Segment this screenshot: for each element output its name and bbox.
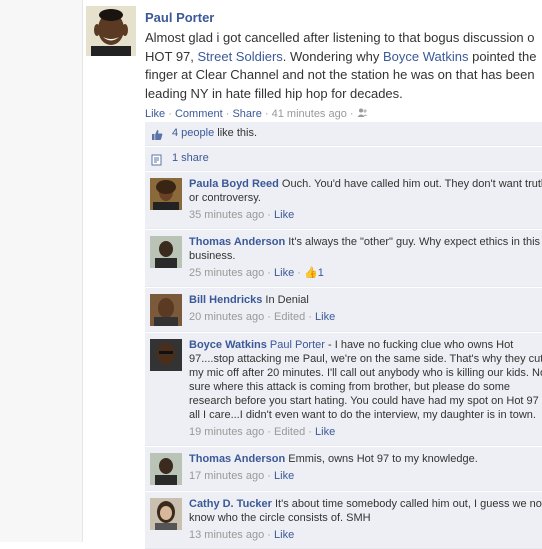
comment-like-link[interactable]: Like — [274, 470, 294, 482]
post-line: leading NY in hate filled hip hop for de… — [145, 85, 542, 104]
mention-link[interactable]: Paul Porter — [270, 339, 325, 351]
edited-label[interactable]: Edited — [274, 426, 305, 438]
post-text-segment: leading NY in hate filled hip hop for de… — [145, 85, 403, 101]
post-line: finger at Clear Channel and not the stat… — [145, 66, 542, 85]
share-link[interactable]: Share — [232, 108, 261, 120]
comment: Boyce Watkins Paul Porter - I have no fu… — [145, 333, 542, 446]
post-text-segment: pointed the — [468, 48, 537, 64]
likes-row: 4 people like this. — [145, 122, 542, 146]
comment-meta: 25 minutes ago · Like · 👍1 — [189, 267, 324, 279]
separator: · — [225, 108, 230, 120]
comment-like-count[interactable]: 👍1 — [304, 267, 324, 279]
comment-time[interactable]: 19 minutes ago — [189, 426, 264, 438]
post-text: Almost glad i got cancelled after listen… — [145, 29, 542, 103]
commenter-name[interactable]: Thomas Anderson — [189, 453, 285, 465]
commenter-name[interactable]: Bill Hendricks — [189, 294, 262, 306]
comment-time[interactable]: 25 minutes ago — [189, 267, 264, 279]
comment-like-link[interactable]: Like — [274, 529, 294, 541]
commenter-avatar[interactable] — [150, 236, 182, 268]
comment: Thomas Anderson It's always the "other" … — [145, 230, 542, 287]
thumbs-up-icon: 👍 — [304, 267, 318, 279]
post-text-segment: Almost glad i got cancelled after listen… — [145, 30, 535, 45]
post-text-segment: . Wondering why — [282, 48, 383, 64]
street-soldiers-link[interactable]: Street Soldiers — [198, 49, 283, 64]
comment-link[interactable]: Comment — [175, 108, 223, 120]
post-text-segment: HOT 97, — [145, 48, 198, 64]
post-line: HOT 97, Street Soldiers. Wondering why B… — [145, 48, 542, 67]
commenter-avatar[interactable] — [150, 498, 182, 530]
commenter-name[interactable]: Cathy D. Tucker — [189, 498, 272, 510]
commenter-avatar[interactable] — [150, 339, 182, 371]
comment-text: - I have no fucking clue who owns Hot 97… — [189, 339, 542, 421]
comment-meta: 17 minutes ago · Like — [189, 470, 295, 482]
comment: Thomas Anderson Emmis, owns Hot 97 to my… — [145, 447, 542, 491]
comment-like-link[interactable]: Like — [274, 267, 294, 279]
post-text-segment: finger at Clear Channel and not the stat… — [145, 67, 535, 82]
separator: · — [264, 108, 269, 120]
comment-time[interactable]: 17 minutes ago — [189, 470, 264, 482]
comment-time[interactable]: 13 minutes ago — [189, 529, 264, 541]
shares-link[interactable]: 1 share — [172, 152, 209, 164]
comment-like-link[interactable]: Like — [274, 209, 294, 221]
feedback-panel: 4 people like this. 1 share Paula Boyd R… — [145, 121, 542, 549]
commenter-name[interactable]: Thomas Anderson — [189, 236, 285, 248]
comment-time[interactable]: 20 minutes ago — [189, 311, 264, 323]
author-avatar[interactable] — [86, 6, 136, 56]
post-timestamp[interactable]: 41 minutes ago — [272, 108, 347, 120]
thumbs-up-icon — [151, 127, 163, 140]
like-link[interactable]: Like — [145, 108, 165, 120]
comment: Bill Hendricks In Denial 20 minutes ago … — [145, 288, 542, 332]
shares-row: 1 share — [145, 147, 542, 171]
friends-audience-icon[interactable] — [357, 108, 368, 120]
commenter-name[interactable]: Paula Boyd Reed — [189, 178, 279, 190]
comment-like-count-value: 1 — [317, 267, 324, 279]
commenter-avatar[interactable] — [150, 294, 182, 326]
boyce-watkins-link[interactable]: Boyce Watkins — [383, 49, 469, 64]
commenter-avatar[interactable] — [150, 453, 182, 485]
edited-label[interactable]: Edited — [274, 311, 305, 323]
post-line: Almost glad i got cancelled after listen… — [145, 29, 542, 48]
comment-meta: 35 minutes ago · Like — [189, 209, 295, 221]
comment: Cathy D. Tucker It's about time somebody… — [145, 492, 542, 549]
comment-meta: 19 minutes ago · Edited · Like — [189, 426, 336, 438]
likes-suffix: like this. — [214, 127, 258, 139]
comment: Paula Boyd Reed Ouch. You'd have called … — [145, 172, 542, 229]
comment-meta: 20 minutes ago · Edited · Like — [189, 311, 336, 323]
commenter-avatar[interactable] — [150, 178, 182, 210]
separator: · — [349, 108, 354, 120]
comment-meta: 13 minutes ago · Like — [189, 529, 295, 541]
share-icon — [151, 152, 163, 166]
likers-link[interactable]: 4 people — [172, 127, 214, 139]
commenter-name[interactable]: Boyce Watkins — [189, 339, 267, 351]
post-author[interactable]: Paul Porter — [145, 10, 542, 25]
comment-like-link[interactable]: Like — [315, 426, 335, 438]
comment-text: In Denial — [265, 294, 309, 306]
comment-like-link[interactable]: Like — [315, 311, 335, 323]
comment-text: Emmis, owns Hot 97 to my knowledge. — [288, 453, 478, 465]
post-actions: Like · Comment · Share · 41 minutes ago … — [145, 108, 542, 120]
left-column — [0, 0, 83, 542]
separator: · — [168, 108, 172, 120]
comment-time[interactable]: 35 minutes ago — [189, 209, 264, 221]
